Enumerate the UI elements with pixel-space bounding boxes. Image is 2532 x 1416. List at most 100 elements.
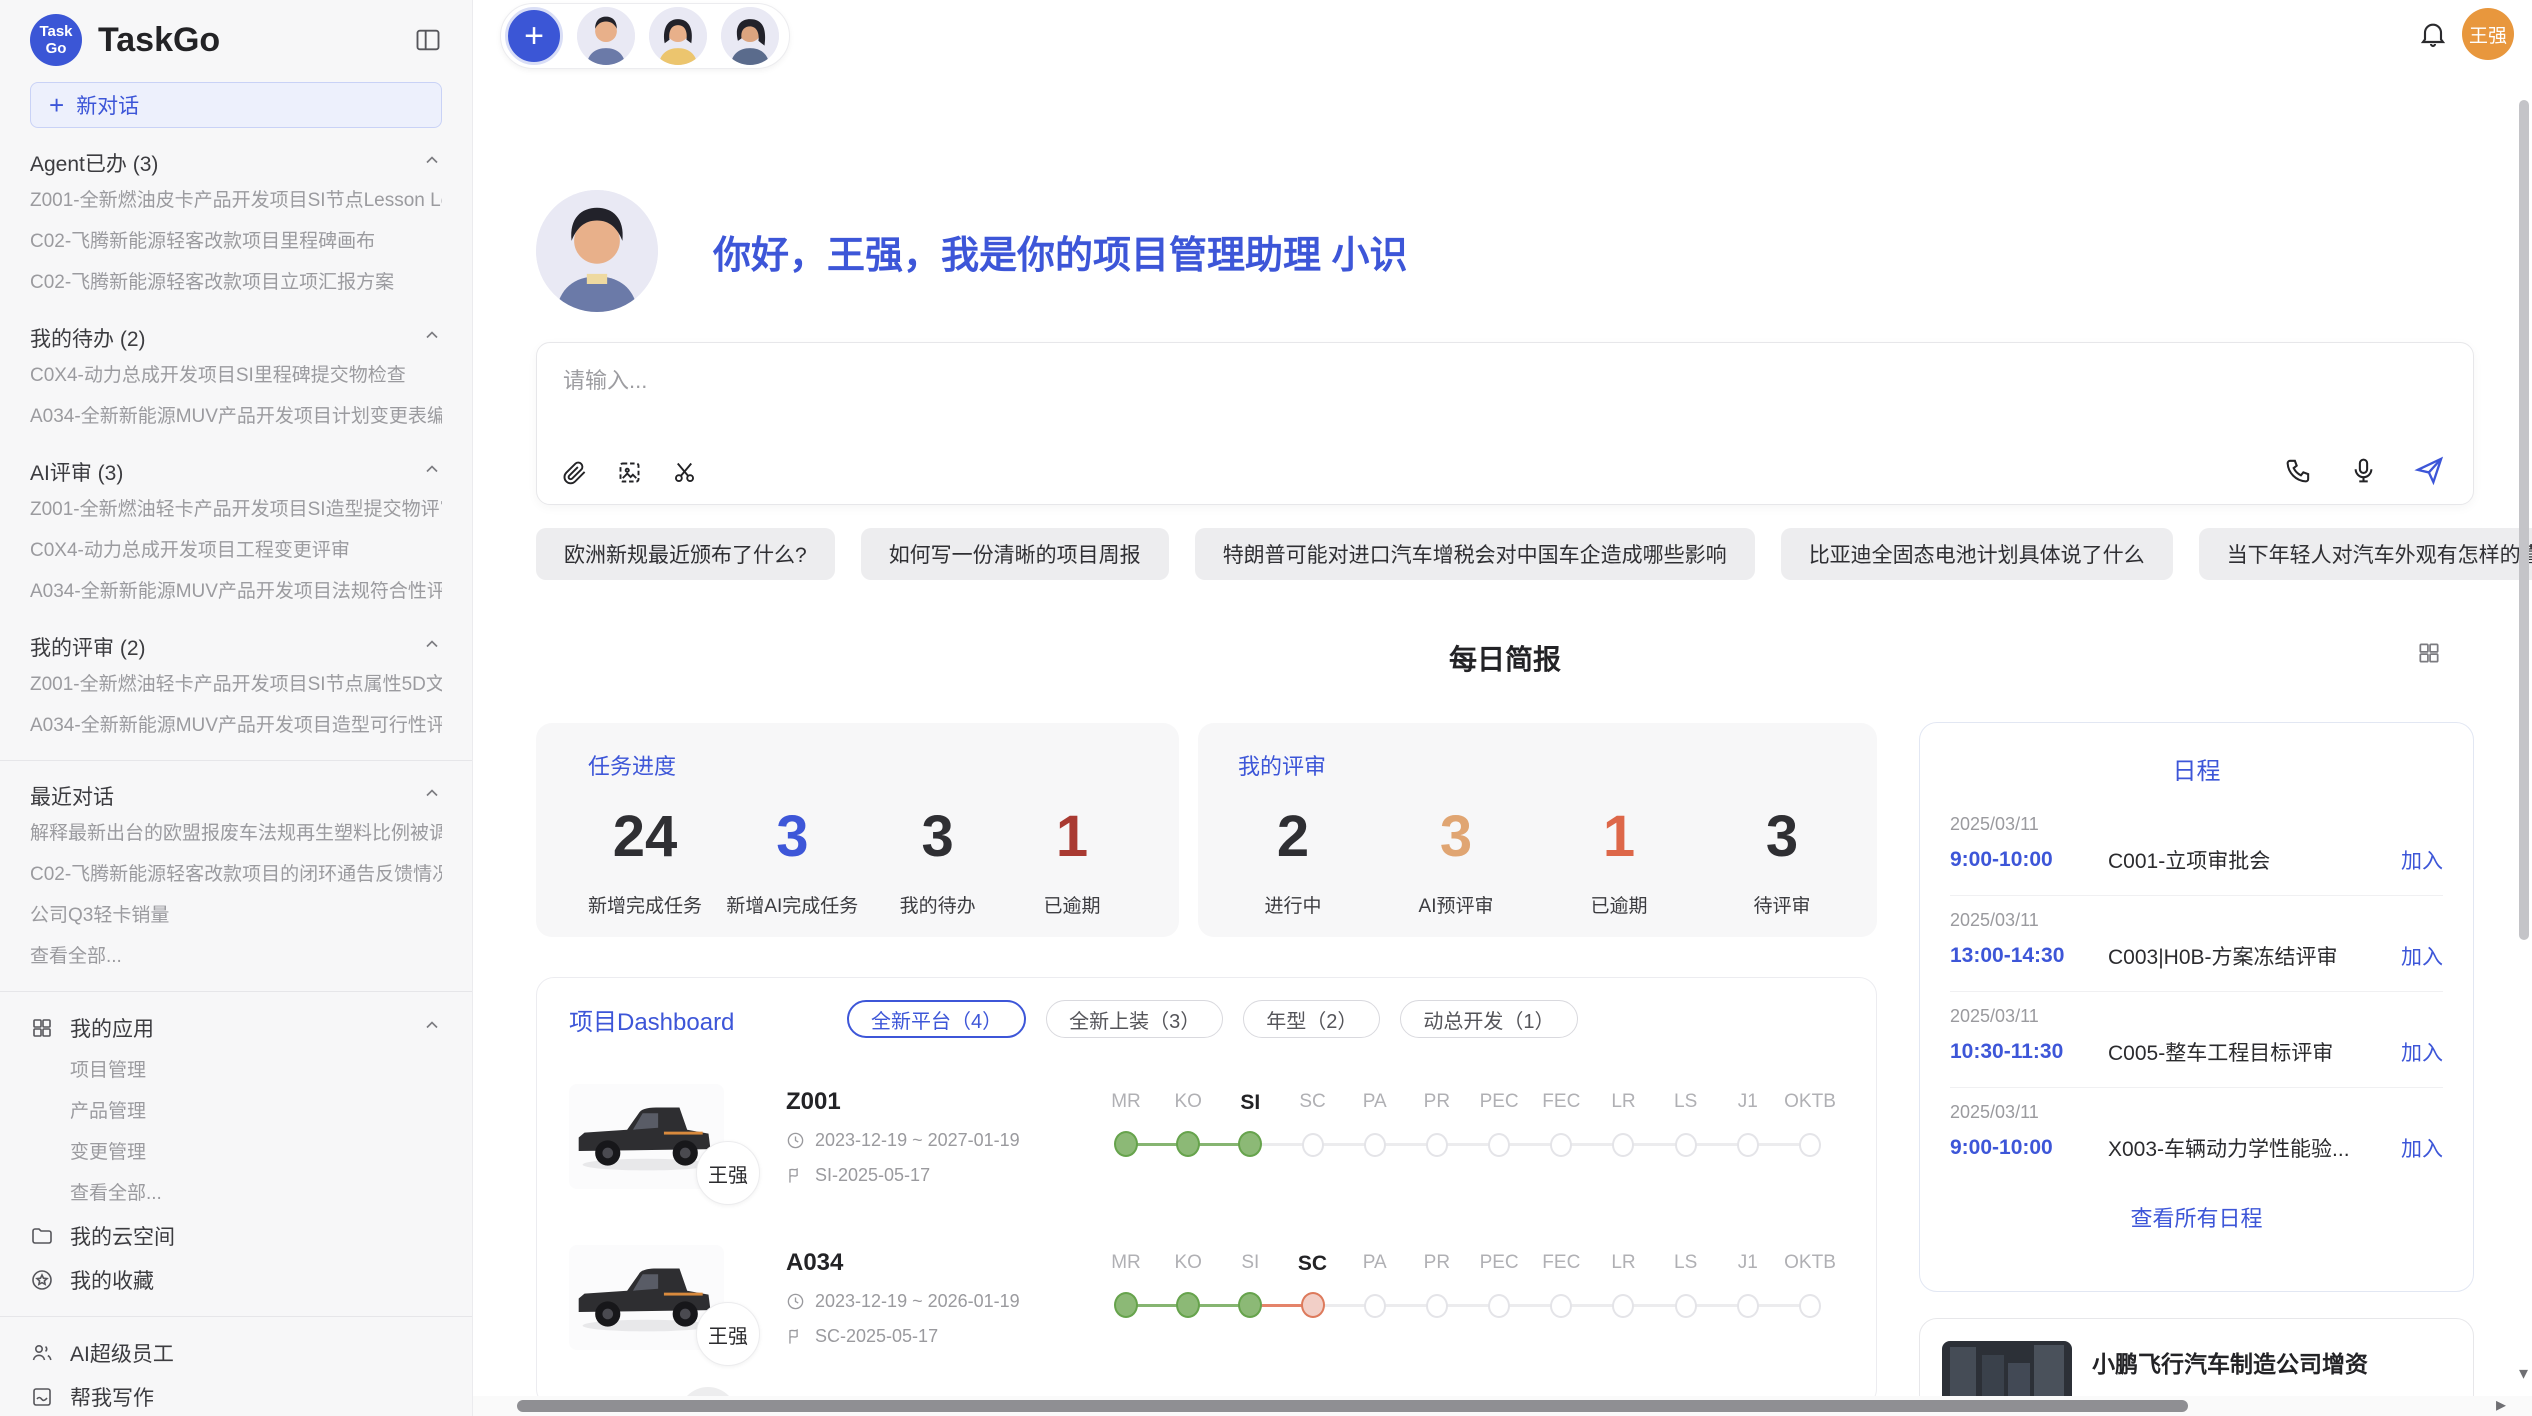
section-label: 我的待办 (2) <box>30 323 146 353</box>
sidebar-task-item[interactable]: C0X4-动力总成开发项目SI里程碑提交物检查 <box>30 355 442 396</box>
sidebar-task-item[interactable]: C02-飞腾新能源轻客改款项目里程碑画布 <box>30 221 442 262</box>
recent-conversation-item[interactable]: 解释最新出台的欧盟报废车法规再生塑料比例被调至15%... <box>30 813 442 854</box>
screenshot-icon[interactable] <box>616 459 643 486</box>
stat-value: 3 <box>726 805 858 869</box>
project-flag-text: SI-2025-05-17 <box>815 1165 930 1186</box>
new-chat-button[interactable]: + 新对话 <box>30 82 442 128</box>
project-date-range: 2023-12-19 ~ 2027-01-19 <box>815 1130 1020 1151</box>
project-flag-text: SC-2025-05-17 <box>815 1326 938 1347</box>
milestone-label: SC <box>1299 1091 1325 1113</box>
schedule-time: 9:00-10:00 <box>1950 1136 2108 1160</box>
collapse-sidebar-icon[interactable] <box>414 26 442 54</box>
vertical-scrollbar-thumb[interactable] <box>2519 100 2529 940</box>
sidebar-section-my-todo[interactable]: 我的待办 (2) <box>30 323 442 353</box>
sidebar: Task Go TaskGo + 新对话 Agent已办 (3) Z001-全新… <box>0 0 473 1416</box>
join-meeting-link[interactable]: 加入 <box>2401 1037 2443 1067</box>
sidebar-item-help-me-write[interactable]: 帮我写作 <box>30 1375 442 1416</box>
join-meeting-link[interactable]: 加入 <box>2401 941 2443 971</box>
sidebar-task-item[interactable]: A034-全新新能源MUV产品开发项目法规符合性评审 <box>30 571 442 612</box>
schedule-card: 日程 2025/03/11 9:00-10:00 C001-立项审批会 加入 2… <box>1919 722 2474 1292</box>
project-image: 王强 <box>569 1084 724 1189</box>
microphone-icon[interactable] <box>2349 456 2378 485</box>
logo-line-1: Task <box>39 23 72 40</box>
horizontal-scrollbar-thumb[interactable] <box>517 1400 2188 1412</box>
sidebar-task-item[interactable]: Z001-全新燃油轻卡产品开发项目SI造型提交物评审 <box>30 489 442 530</box>
sidebar-section-agent-done[interactable]: Agent已办 (3) <box>30 148 442 178</box>
chat-input-card <box>536 342 2474 505</box>
schedule-time: 13:00-14:30 <box>1950 944 2108 968</box>
sidebar-section-recent[interactable]: 最近对话 <box>30 781 442 811</box>
sidebar-task-item[interactable]: A034-全新新能源MUV产品开发项目造型可行性评审 <box>30 705 442 746</box>
view-all-schedule-link[interactable]: 查看所有日程 <box>1950 1201 2443 1233</box>
join-meeting-link[interactable]: 加入 <box>2401 845 2443 875</box>
scroll-down-arrow[interactable]: ▾ <box>2519 1363 2528 1384</box>
sidebar-task-item[interactable]: A034-全新新能源MUV产品开发项目计划变更表编写 <box>30 396 442 437</box>
app-logo: Task Go <box>30 14 82 66</box>
recent-conversation-item[interactable]: 公司Q3轻卡销量 <box>30 895 442 936</box>
suggestion-chip[interactable]: 欧洲新规最近颁布了什么? <box>536 528 835 580</box>
project-row-z001[interactable]: 王强 Z001 2023-12-19 ~ 2027-01-19 SI-2025-… <box>569 1084 1844 1189</box>
milestone-node <box>1488 1133 1510 1157</box>
sidebar-task-item[interactable]: C02-飞腾新能源轻客改款项目立项汇报方案 <box>30 262 442 303</box>
project-info: A034 2023-12-19 ~ 2026-01-19 SC-2025-05-… <box>786 1249 1086 1347</box>
tab-new-platform[interactable]: 全新平台（4） <box>847 1000 1026 1038</box>
sidebar-item-my-apps[interactable]: 我的应用 <box>30 1006 442 1050</box>
scissors-icon[interactable] <box>671 459 698 486</box>
tab-powertrain[interactable]: 动总开发（1） <box>1400 1000 1577 1038</box>
milestone-label: LS <box>1674 1091 1697 1113</box>
agent-avatar-2[interactable] <box>649 7 707 65</box>
send-icon[interactable] <box>2414 455 2445 486</box>
chat-input[interactable] <box>563 359 2163 403</box>
sidebar-task-item[interactable]: Z001-全新燃油轻卡产品开发项目SI节点属性5D文件评审 <box>30 664 442 705</box>
sidebar-item-ai-super-staff[interactable]: AI超级员工 <box>30 1331 442 1375</box>
stat-label: 新增AI完成任务 <box>726 891 858 918</box>
stat-value: 2 <box>1238 805 1348 869</box>
sidebar-task-item[interactable]: C0X4-动力总成开发项目工程变更评审 <box>30 530 442 571</box>
sidebar-section-ai-review[interactable]: AI评审 (3) <box>30 457 442 487</box>
paperclip-icon[interactable] <box>561 459 588 486</box>
join-meeting-link[interactable]: 加入 <box>2401 1133 2443 1163</box>
sidebar-item-favorites[interactable]: 我的收藏 <box>30 1258 442 1302</box>
milestone-node <box>1364 1294 1386 1318</box>
suggestion-chip[interactable]: 如何写一份清晰的项目周报 <box>861 528 1169 580</box>
grid-icon <box>30 1016 54 1040</box>
schedule-date: 2025/03/11 <box>1950 1102 2443 1123</box>
tab-year-model[interactable]: 年型（2） <box>1243 1000 1380 1038</box>
sidebar-divider <box>0 760 472 761</box>
section-label: Agent已办 (3) <box>30 148 158 178</box>
scroll-right-arrow[interactable]: ▸ <box>2496 1392 2506 1416</box>
suggestion-chip[interactable]: 当下年轻人对汽车外观有怎样的喜好趋势 <box>2199 528 2532 580</box>
recent-view-all-link[interactable]: 查看全部... <box>30 936 442 977</box>
schedule-time: 10:30-11:30 <box>1950 1040 2108 1064</box>
sidebar-task-item[interactable]: Z001-全新燃油皮卡产品开发项目SI节点Lesson Learn报告 <box>30 180 442 221</box>
milestone-label: J1 <box>1738 1252 1758 1274</box>
layout-grid-icon[interactable] <box>2416 640 2442 671</box>
agent-avatar-1[interactable] <box>577 7 635 65</box>
milestone-node <box>1737 1294 1759 1318</box>
suggestion-chip[interactable]: 特朗普可能对进口汽车增税会对中国车企造成哪些影响 <box>1195 528 1755 580</box>
horizontal-scrollbar-track[interactable] <box>473 1396 2532 1416</box>
recent-conversation-item[interactable]: C02-飞腾新能源轻客改款项目的闭环通告反馈情况 <box>30 854 442 895</box>
apps-view-all-link[interactable]: 查看全部... <box>30 1173 442 1214</box>
sidebar-section-my-review[interactable]: 我的评审 (2) <box>30 632 442 662</box>
task-progress-card: 任务进度 24 新增完成任务 3 新增AI完成任务 3 我的待办 <box>536 723 1179 937</box>
tab-new-body[interactable]: 全新上装（3） <box>1046 1000 1223 1038</box>
phone-call-icon[interactable] <box>2284 456 2313 485</box>
project-row-a034[interactable]: 王强 A034 2023-12-19 ~ 2026-01-19 SC-2025-… <box>569 1245 1844 1350</box>
new-chat-label: 新对话 <box>76 90 139 120</box>
suggestion-chip[interactable]: 比亚迪全固态电池计划具体说了什么 <box>1781 528 2173 580</box>
user-avatar[interactable]: 王强 <box>2462 8 2514 60</box>
schedule-date: 2025/03/11 <box>1950 1006 2443 1027</box>
notification-bell-icon[interactable] <box>2417 18 2449 55</box>
milestone-label: LR <box>1611 1252 1635 1274</box>
milestone-node <box>1426 1294 1448 1318</box>
clock-icon <box>786 1292 805 1311</box>
add-agent-button[interactable]: + <box>505 7 563 65</box>
sidebar-item-product-mgmt[interactable]: 产品管理 <box>30 1091 442 1132</box>
star-badge-icon <box>30 1268 54 1292</box>
milestone-node-done <box>1238 1292 1262 1318</box>
sidebar-item-change-mgmt[interactable]: 变更管理 <box>30 1132 442 1173</box>
sidebar-item-project-mgmt[interactable]: 项目管理 <box>30 1050 442 1091</box>
agent-avatar-3[interactable] <box>721 7 779 65</box>
sidebar-item-cloud-space[interactable]: 我的云空间 <box>30 1214 442 1258</box>
